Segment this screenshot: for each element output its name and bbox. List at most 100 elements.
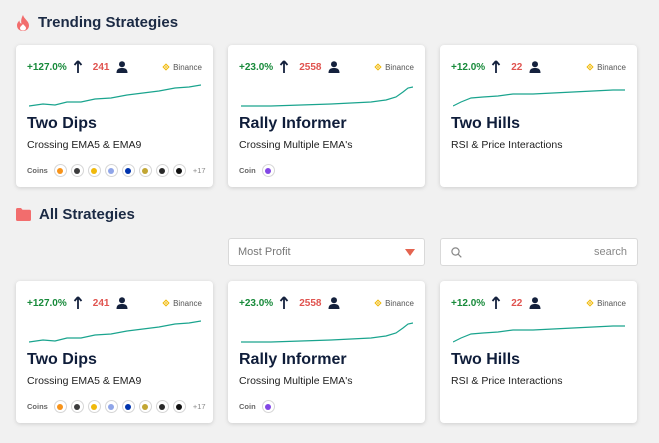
cardano-icon [121, 400, 135, 413]
exchange-name: Binance [385, 298, 414, 308]
polygon-icon [261, 164, 275, 177]
arrow-up-icon [492, 296, 501, 309]
user-icon [328, 297, 340, 309]
solana-icon [155, 164, 169, 177]
strategy-name: Two Dips [27, 351, 97, 368]
exchange-badge: Binance [162, 63, 202, 72]
caret-down-icon [405, 248, 415, 256]
exchange-name: Binance [173, 298, 202, 308]
binance-icon [374, 299, 382, 307]
cardano-icon [121, 164, 135, 177]
dogecoin-icon [138, 164, 152, 177]
strategy-card-two-dips[interactable]: +127.0% 241 Binance Two Dips Crossing EM… [16, 45, 213, 187]
strategy-card-two-hills[interactable]: +12.0% 22 Binance Two Hills RSI & Price … [440, 281, 637, 423]
strategy-card-two-dips[interactable]: +127.0% 241 Binance Two Dips Crossing EM… [16, 281, 213, 423]
arrow-up-icon [492, 60, 501, 73]
strategy-description: RSI & Price Interactions [451, 139, 563, 151]
ethereum-icon [70, 400, 84, 413]
all-section-title: All Strategies [16, 206, 135, 223]
dark-coin-icon [172, 164, 186, 177]
strategy-description: Crossing Multiple EMA's [239, 375, 353, 387]
exchange-badge: Binance [586, 299, 626, 308]
exchange-name: Binance [597, 298, 626, 308]
bitcoin-icon [53, 400, 67, 413]
search-box[interactable] [440, 238, 638, 266]
cosmos-icon [104, 400, 118, 413]
folder-icon [16, 208, 31, 221]
follower-count: 22 [511, 61, 523, 73]
gain-percent: +12.0% [451, 297, 486, 309]
binance-icon [586, 63, 594, 71]
strategy-name: Rally Informer [239, 351, 347, 368]
user-icon [529, 61, 541, 73]
fire-icon [17, 14, 29, 31]
gain-percent: +12.0% [451, 61, 486, 73]
binance-icon [586, 299, 594, 307]
binance-icon [162, 299, 170, 307]
strategy-description: Crossing EMA5 & EMA9 [27, 139, 142, 151]
strategy-name: Rally Informer [239, 115, 347, 132]
follower-count: 241 [92, 297, 110, 309]
exchange-name: Binance [173, 62, 202, 72]
gain-percent: +127.0% [27, 61, 67, 73]
cosmos-icon [104, 164, 118, 177]
strategy-description: RSI & Price Interactions [451, 375, 563, 387]
sparkline-chart [29, 320, 201, 343]
strategy-card-two-hills[interactable]: +12.0% 22 Binance Two Hills RSI & Price … [440, 45, 637, 187]
strategy-description: Crossing Multiple EMA's [239, 139, 353, 151]
strategy-name: Two Dips [27, 115, 97, 132]
sparkline-chart [241, 86, 413, 107]
sort-dropdown-value: Most Profit [238, 246, 291, 258]
sparkline-chart [241, 322, 413, 343]
user-icon [529, 297, 541, 309]
exchange-badge: Binance [162, 299, 202, 308]
coins-row: Coin [239, 164, 279, 177]
more-coins-count: +17 [192, 402, 206, 411]
coins-label: Coins [27, 166, 48, 175]
dark-coin-icon [172, 400, 186, 413]
dogecoin-icon [138, 400, 152, 413]
follower-count: 2558 [299, 297, 322, 309]
strategy-card-rally-informer[interactable]: +23.0% 2558 Binance Rally Informer Cross… [228, 45, 425, 187]
polygon-icon [261, 400, 275, 413]
user-icon [116, 61, 128, 73]
exchange-badge: Binance [374, 299, 414, 308]
ethereum-icon [70, 164, 84, 177]
coins-row: Coins +17 [27, 164, 206, 177]
sparkline-chart [453, 89, 625, 107]
exchange-name: Binance [385, 62, 414, 72]
binance-icon [162, 63, 170, 71]
exchange-badge: Binance [374, 63, 414, 72]
binance-coin-icon [87, 400, 101, 413]
trending-section-title: Trending Strategies [16, 14, 178, 31]
follower-count: 241 [92, 61, 110, 73]
arrow-up-icon [280, 60, 289, 73]
sparkline-chart [29, 84, 201, 107]
arrow-up-icon [280, 296, 289, 309]
user-icon [116, 297, 128, 309]
section-title-text: Trending Strategies [38, 14, 179, 31]
search-icon [451, 246, 462, 258]
follower-count: 22 [511, 297, 523, 309]
strategy-name: Two Hills [451, 351, 521, 368]
exchange-name: Binance [597, 62, 626, 72]
more-coins-count: +17 [192, 166, 206, 175]
bitcoin-icon [53, 164, 67, 177]
follower-count: 2558 [299, 61, 322, 73]
strategy-description: Crossing EMA5 & EMA9 [27, 375, 142, 387]
section-title-text: All Strategies [39, 206, 135, 223]
coins-label: Coins [27, 402, 48, 411]
arrow-up-icon [73, 296, 82, 309]
coins-label: Coin [239, 402, 256, 411]
gain-percent: +127.0% [27, 297, 67, 309]
strategy-card-rally-informer[interactable]: +23.0% 2558 Binance Rally Informer Cross… [228, 281, 425, 423]
search-input[interactable] [462, 246, 627, 258]
coins-row: Coin [239, 400, 279, 413]
gain-percent: +23.0% [239, 61, 274, 73]
binance-icon [374, 63, 382, 71]
coins-label: Coin [239, 166, 256, 175]
sort-dropdown[interactable]: Most Profit [228, 238, 425, 266]
binance-coin-icon [87, 164, 101, 177]
exchange-badge: Binance [586, 63, 626, 72]
gain-percent: +23.0% [239, 297, 274, 309]
